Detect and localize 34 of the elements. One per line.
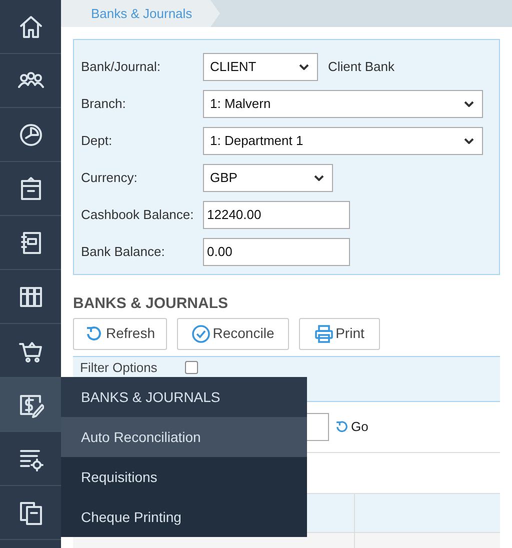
chevron-down-icon <box>464 138 474 144</box>
checkbox[interactable] <box>185 360 198 374</box>
filter-label: Filter Options <box>80 358 158 377</box>
toolbar-button[interactable]: Reconcile <box>177 318 289 350</box>
field-label: Branch: <box>81 95 127 114</box>
section-title: BANKS & JOURNALS <box>73 294 230 314</box>
house-icon <box>18 14 44 40</box>
go-button[interactable]: Go <box>335 416 368 436</box>
field-label: Cashbook Balance: <box>81 206 195 224</box>
menu-header: BANKS & JOURNALS <box>61 377 307 417</box>
chevron-down-icon <box>299 64 309 70</box>
clock-icon <box>18 122 44 148</box>
field-label: Currency: <box>81 169 138 188</box>
check-circle-icon <box>192 324 210 342</box>
input-field[interactable]: 0.00 <box>203 238 350 266</box>
menu-item[interactable]: Auto Reconciliation <box>61 417 307 457</box>
select-field[interactable]: 1: Malvern <box>203 90 483 118</box>
bank-name: Client Bank <box>328 58 394 76</box>
sidebar-item[interactable] <box>0 378 61 432</box>
toolbar-button[interactable]: Refresh <box>73 318 167 350</box>
select-field[interactable]: CLIENT <box>203 53 318 81</box>
select-field[interactable]: GBP <box>203 164 333 192</box>
chevron-down-icon <box>314 175 324 181</box>
refresh-icon <box>335 420 349 434</box>
printer-icon <box>314 324 333 342</box>
refresh-icon <box>84 324 103 342</box>
input-field[interactable]: 12240.00 <box>203 201 350 229</box>
documents-icon <box>18 500 44 526</box>
field-label: Bank/Journal: <box>81 58 162 76</box>
select-field[interactable]: 1: Department 1 <box>203 127 483 155</box>
field-label: Dept: <box>81 132 114 150</box>
chevron-down-icon <box>464 101 474 107</box>
toolbar-button[interactable]: Print <box>299 318 380 350</box>
field-label: Bank Balance: <box>81 243 166 262</box>
